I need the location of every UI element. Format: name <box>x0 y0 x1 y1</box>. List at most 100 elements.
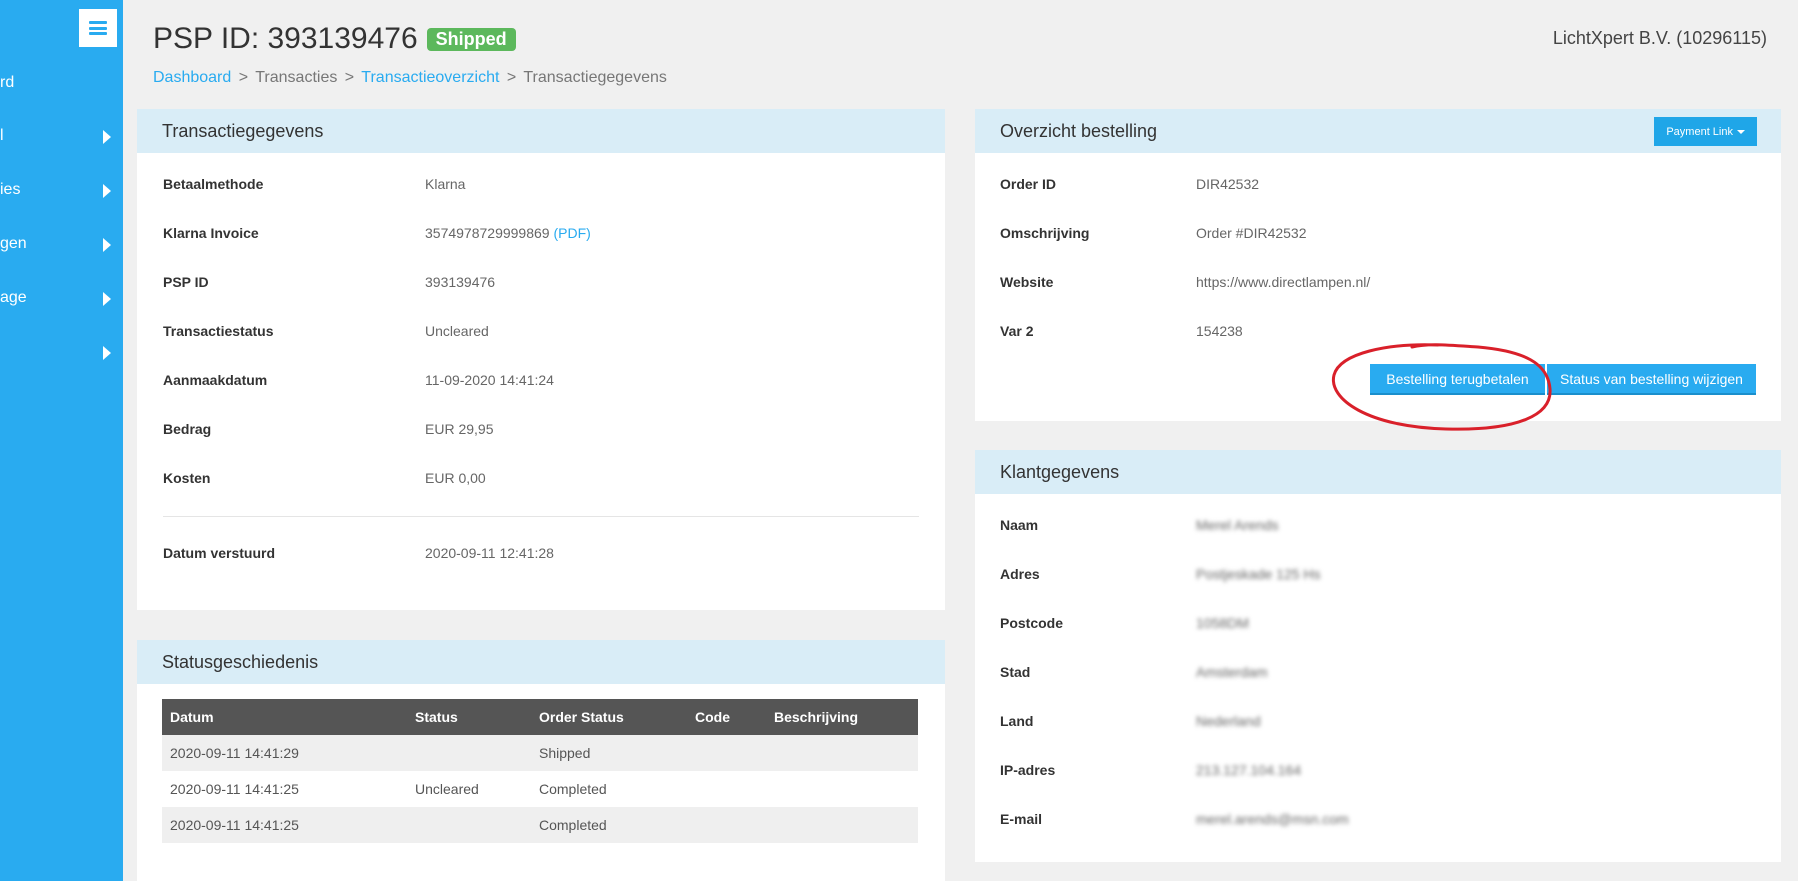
page-title: PSP ID: 393139476 Shipped <box>153 22 516 56</box>
panel-header: Overzicht bestelling Payment Link <box>975 109 1781 153</box>
detail-label: Bedrag <box>163 421 212 437</box>
panel-title: Transactiegegevens <box>137 109 945 153</box>
detail-value: 3574978729999869 (PDF) <box>425 225 591 241</box>
panel-title: Overzicht bestelling <box>1000 120 1158 141</box>
column-header: Order Status <box>531 699 687 735</box>
invoice-pdf-link[interactable]: (PDF) <box>553 225 590 241</box>
sidebar-item-5[interactable]: age <box>0 278 123 318</box>
sidebar-item-label: age <box>0 289 27 306</box>
table-cell: 2020-09-11 14:41:25 <box>162 807 407 843</box>
breadcrumb-separator: > <box>506 69 517 86</box>
dropdown-label: Payment Link <box>1666 125 1733 138</box>
detail-value: DIR42532 <box>1196 176 1260 192</box>
panel-title: Klantgegevens <box>975 450 1781 494</box>
menu-toggle-button[interactable] <box>79 9 117 47</box>
detail-label: IP-adres <box>1000 762 1056 778</box>
change-order-status-button[interactable]: Status van bestelling wijzigen <box>1547 364 1756 395</box>
breadcrumb: Dashboard > Transacties > Transactieover… <box>153 69 667 87</box>
table-row: 2020-09-11 14:41:25 Uncleared Completed <box>162 771 918 807</box>
detail-value: 154238 <box>1196 323 1243 339</box>
detail-value[interactable]: merel.arends@msn.com <box>1196 811 1349 827</box>
table-cell <box>407 807 531 843</box>
caret-down-icon <box>1737 129 1745 134</box>
table-cell <box>687 735 766 771</box>
breadcrumb-transactieoverzicht[interactable]: Transactieoverzicht <box>361 69 499 86</box>
detail-label: Postcode <box>1000 615 1064 631</box>
table-cell: Shipped <box>531 735 687 771</box>
sidebar-item-4[interactable]: gen <box>0 224 123 264</box>
detail-value: 11-09-2020 14:41:24 <box>425 372 554 388</box>
sidebar-item-label: l <box>0 127 4 144</box>
detail-value: Amsterdam <box>1196 664 1268 680</box>
column-header: Beschrijving <box>766 699 918 735</box>
detail-value: Uncleared <box>425 323 489 339</box>
sidebar-item-transacties[interactable]: ies <box>0 170 123 210</box>
chevron-right-icon <box>103 238 111 252</box>
table-cell: 2020-09-11 14:41:25 <box>170 781 299 797</box>
table-cell <box>687 771 766 807</box>
column-header: Status <box>407 699 531 735</box>
detail-label: Website <box>1000 274 1054 290</box>
transaction-panel: Transactiegegevens Betaalmethode Klarna … <box>137 109 945 610</box>
sidebar-item-label: rd <box>0 74 15 91</box>
sidebar-item-label: ies <box>0 181 21 198</box>
detail-label: Naam <box>1000 517 1039 533</box>
detail-value: 393139476 <box>425 274 496 290</box>
detail-label: Var 2 <box>1000 323 1034 339</box>
payment-link-dropdown[interactable]: Payment Link <box>1654 117 1757 146</box>
chevron-right-icon <box>103 184 111 198</box>
table-cell: 2020-09-11 14:41:29 <box>162 735 407 771</box>
sidebar-item-2[interactable]: l <box>0 116 123 156</box>
table-cell: Completed <box>539 781 607 797</box>
invoice-number: 3574978729999869 <box>425 225 550 241</box>
detail-label: Datum verstuurd <box>163 545 276 561</box>
detail-label: Stad <box>1000 664 1031 680</box>
table-row: 2020-09-11 14:41:25 Completed <box>162 807 918 843</box>
detail-label: Adres <box>1000 566 1040 582</box>
table-cell <box>766 735 918 771</box>
table-header-row: Datum Status Order Status Code Beschrijv… <box>162 699 918 735</box>
detail-label: Omschrijving <box>1000 225 1090 241</box>
detail-label: Transactiestatus <box>163 323 274 339</box>
sidebar: rd l ies gen age <box>0 0 123 881</box>
table-cell: Uncleared <box>415 781 479 797</box>
panel-title: Statusgeschiedenis <box>137 640 945 684</box>
customer-panel: Klantgegevens Naam Merel Arends Adres Po… <box>975 450 1781 862</box>
detail-label: Order ID <box>1000 176 1057 192</box>
detail-value: Nederland <box>1196 713 1261 729</box>
detail-label: Kosten <box>163 470 211 486</box>
detail-label: Betaalmethode <box>163 176 264 192</box>
detail-value: 1058DM <box>1196 615 1249 631</box>
hamburger-icon <box>89 21 107 35</box>
detail-label: PSP ID <box>163 274 209 290</box>
detail-value: Klarna <box>425 176 466 192</box>
breadcrumb-separator: > <box>344 69 355 86</box>
detail-label: Aanmaakdatum <box>163 372 268 388</box>
sidebar-item-6[interactable] <box>0 332 123 372</box>
divider <box>163 516 919 517</box>
breadcrumb-separator: > <box>238 69 249 86</box>
table-cell <box>766 771 918 807</box>
detail-value: EUR 0,00 <box>425 470 486 486</box>
detail-label: Klarna Invoice <box>163 225 259 241</box>
table-cell <box>766 807 918 843</box>
chevron-right-icon <box>103 130 111 144</box>
refund-order-button[interactable]: Bestelling terugbetalen <box>1370 364 1545 395</box>
status-badge: Shipped <box>426 27 516 51</box>
table-cell <box>407 735 531 771</box>
breadcrumb-dashboard[interactable]: Dashboard <box>153 69 231 86</box>
detail-value: Postjeskade 125 Hs <box>1196 566 1321 582</box>
sidebar-item-dashboard[interactable]: rd <box>0 63 123 103</box>
order-panel: Overzicht bestelling Payment Link Order … <box>975 109 1781 421</box>
detail-label: Land <box>1000 713 1034 729</box>
page-title-text: PSP ID: 393139476 <box>153 22 418 55</box>
column-header: Datum <box>162 699 407 735</box>
detail-value: 213.127.104.164 <box>1196 762 1302 778</box>
column-header: Code <box>687 699 766 735</box>
chevron-right-icon <box>103 346 111 360</box>
status-history-panel: Statusgeschiedenis Datum Status Order St… <box>137 640 945 881</box>
status-history-table: Datum Status Order Status Code Beschrijv… <box>162 699 918 843</box>
chevron-right-icon <box>103 292 111 306</box>
detail-label: E-mail <box>1000 811 1043 827</box>
detail-value: https://www.directlampen.nl/ <box>1196 274 1371 290</box>
